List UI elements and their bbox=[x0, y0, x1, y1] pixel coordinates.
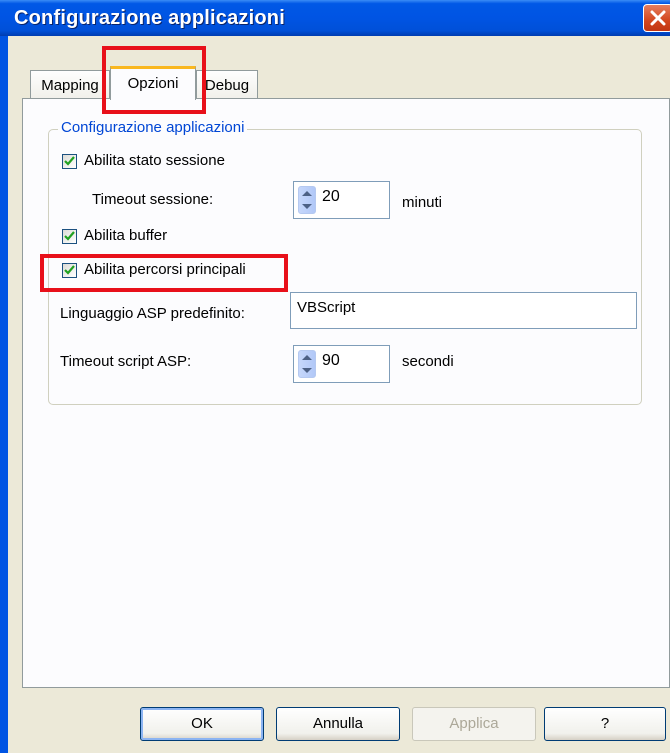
script-timeout-spinner[interactable]: 90 bbox=[293, 345, 390, 383]
arrow-down-icon[interactable] bbox=[302, 368, 312, 373]
session-timeout-spinner[interactable]: 20 bbox=[293, 181, 390, 219]
highlight-tab-opzioni bbox=[102, 46, 206, 114]
session-timeout-value: 20 bbox=[322, 188, 340, 205]
groupbox-title: Configurazione applicazioni bbox=[58, 119, 248, 136]
script-timeout-label: Timeout script ASP: bbox=[60, 353, 192, 370]
buffer-checkbox[interactable] bbox=[62, 229, 77, 244]
arrow-up-icon[interactable] bbox=[302, 355, 312, 360]
session-state-label: Abilita stato sessione bbox=[84, 152, 225, 169]
close-icon bbox=[650, 10, 666, 26]
tab-mapping[interactable]: Mapping bbox=[30, 70, 110, 100]
highlight-parent-paths bbox=[40, 254, 288, 292]
script-timeout-unit: secondi bbox=[402, 353, 454, 370]
tab-mapping-label: Mapping bbox=[41, 77, 99, 94]
default-language-input[interactable]: VBScript bbox=[290, 292, 637, 329]
close-button[interactable] bbox=[643, 4, 670, 32]
session-state-checkbox[interactable] bbox=[62, 154, 77, 169]
help-button[interactable]: ? bbox=[544, 707, 666, 741]
checkmark-icon bbox=[64, 156, 75, 166]
buffer-label: Abilita buffer bbox=[84, 227, 168, 244]
window-title: Configurazione applicazioni bbox=[14, 7, 285, 29]
arrow-down-icon[interactable] bbox=[302, 204, 312, 209]
tab-debug-label: Debug bbox=[204, 77, 250, 94]
arrow-up-icon[interactable] bbox=[302, 191, 312, 196]
session-timeout-label: Timeout sessione: bbox=[92, 191, 214, 208]
session-timeout-spin-buttons[interactable] bbox=[298, 186, 316, 214]
title-bar: Configurazione applicazioni bbox=[0, 0, 670, 36]
checkmark-icon bbox=[64, 231, 75, 241]
script-timeout-value: 90 bbox=[322, 352, 340, 369]
cancel-button[interactable]: Annulla bbox=[276, 707, 400, 741]
default-language-label: Linguaggio ASP predefinito: bbox=[60, 305, 245, 322]
ok-button[interactable]: OK bbox=[140, 707, 264, 741]
script-timeout-spin-buttons[interactable] bbox=[298, 350, 316, 378]
apply-button[interactable]: Applica bbox=[412, 707, 536, 741]
window-frame-left bbox=[0, 36, 8, 753]
session-timeout-unit: minuti bbox=[402, 194, 443, 211]
